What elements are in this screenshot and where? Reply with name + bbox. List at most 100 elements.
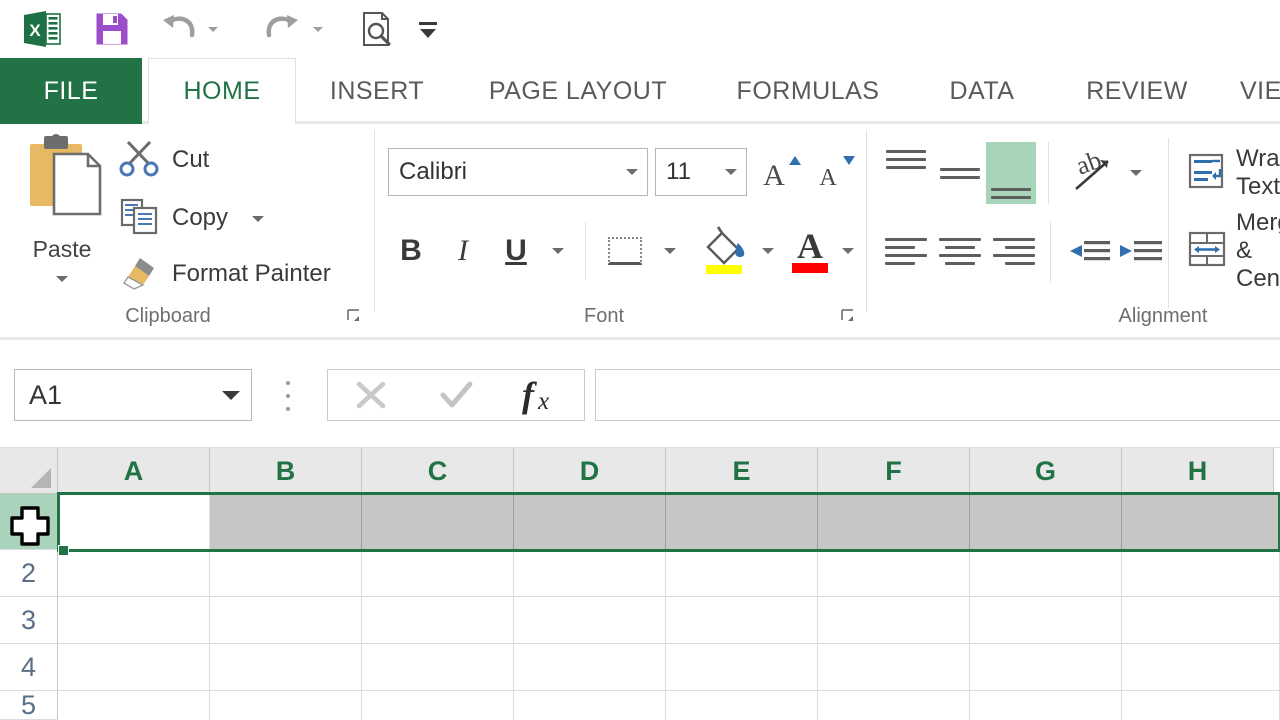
tab-page-layout[interactable]: PAGE LAYOUT xyxy=(458,58,698,124)
column-header-h[interactable]: H xyxy=(1122,448,1274,494)
undo-dropdown-caret-icon[interactable] xyxy=(208,26,218,32)
row-header-1[interactable]: 1 xyxy=(0,494,58,550)
fill-handle[interactable] xyxy=(58,545,69,556)
formula-input[interactable] xyxy=(595,369,1280,421)
increase-font-size-button[interactable]: A xyxy=(758,148,806,196)
cell-E3[interactable] xyxy=(666,597,818,644)
cell-F2[interactable] xyxy=(818,550,970,597)
cell-D5[interactable] xyxy=(514,691,666,720)
tab-view[interactable]: VIEW xyxy=(1228,58,1280,124)
column-header-a[interactable]: A xyxy=(58,448,210,494)
cell-H5[interactable] xyxy=(1122,691,1280,720)
cell-D1[interactable] xyxy=(514,494,666,550)
column-header-c[interactable]: C xyxy=(362,448,514,494)
tab-insert[interactable]: INSERT xyxy=(304,58,450,124)
decrease-font-size-button[interactable]: A xyxy=(812,148,860,196)
italic-button[interactable]: I xyxy=(440,224,486,278)
row-header-3[interactable]: 3 xyxy=(0,597,58,644)
align-left-button[interactable] xyxy=(880,224,932,278)
column-header-e[interactable]: E xyxy=(666,448,818,494)
cell-G5[interactable] xyxy=(970,691,1122,720)
copy-dropdown-caret-icon[interactable] xyxy=(252,209,265,227)
copy-button[interactable]: Copy xyxy=(118,194,265,242)
cell-B3[interactable] xyxy=(210,597,362,644)
font-size-dropdown-caret-icon[interactable] xyxy=(716,169,746,175)
decrease-indent-button[interactable] xyxy=(1060,224,1116,278)
cell-A4[interactable] xyxy=(58,644,210,691)
cell-A5[interactable] xyxy=(58,691,210,720)
cell-G3[interactable] xyxy=(970,597,1122,644)
font-color-button[interactable]: A xyxy=(786,220,834,278)
bold-button[interactable]: B xyxy=(386,224,436,278)
confirm-edit-button[interactable] xyxy=(413,370,498,420)
font-name-combo[interactable]: Calibri xyxy=(388,148,648,196)
cell-F4[interactable] xyxy=(818,644,970,691)
select-all-button[interactable] xyxy=(0,448,58,494)
excel-logo-icon[interactable]: X xyxy=(14,6,70,52)
clipboard-dialog-launcher[interactable] xyxy=(346,308,362,324)
name-box[interactable]: A1 xyxy=(14,369,252,421)
cell-A2[interactable] xyxy=(58,550,210,597)
row-header-5[interactable]: 5 xyxy=(0,690,58,720)
cell-D4[interactable] xyxy=(514,644,666,691)
row-header-2[interactable]: 2 xyxy=(0,550,58,597)
font-size-combo[interactable]: 11 xyxy=(655,148,747,196)
name-box-dropdown-caret-icon[interactable] xyxy=(211,390,251,400)
cell-E4[interactable] xyxy=(666,644,818,691)
fill-color-dropdown-caret-icon[interactable] xyxy=(752,224,784,278)
cell-F5[interactable] xyxy=(818,691,970,720)
align-bottom-button[interactable] xyxy=(986,142,1036,204)
cell-F3[interactable] xyxy=(818,597,970,644)
cancel-edit-button[interactable] xyxy=(328,370,413,420)
tab-formulas[interactable]: FORMULAS xyxy=(706,58,910,124)
align-middle-button[interactable] xyxy=(934,146,986,200)
underline-button[interactable]: U xyxy=(492,224,540,278)
redo-dropdown-caret-icon[interactable] xyxy=(313,26,323,32)
align-center-button[interactable] xyxy=(934,224,986,278)
borders-dropdown-caret-icon[interactable] xyxy=(654,224,686,278)
cell-B2[interactable] xyxy=(210,550,362,597)
undo-icon[interactable] xyxy=(152,6,222,52)
underline-dropdown-caret-icon[interactable] xyxy=(542,224,574,278)
customize-quick-access-toolbar-icon[interactable] xyxy=(406,6,450,52)
cell-E2[interactable] xyxy=(666,550,818,597)
formula-bar-grip[interactable] xyxy=(284,381,292,411)
cell-H2[interactable] xyxy=(1122,550,1280,597)
row-header-4[interactable]: 4 xyxy=(0,644,58,691)
font-name-dropdown-caret-icon[interactable] xyxy=(617,169,647,175)
cell-D2[interactable] xyxy=(514,550,666,597)
cell-B4[interactable] xyxy=(210,644,362,691)
print-preview-icon[interactable] xyxy=(348,6,404,52)
cell-C1[interactable] xyxy=(362,494,514,550)
tab-home[interactable]: HOME xyxy=(148,58,296,127)
orientation-dropdown-caret-icon[interactable] xyxy=(1120,146,1152,200)
cell-C4[interactable] xyxy=(362,644,514,691)
borders-button[interactable] xyxy=(598,224,652,278)
cell-E5[interactable] xyxy=(666,691,818,720)
increase-indent-button[interactable] xyxy=(1112,224,1168,278)
cell-H3[interactable] xyxy=(1122,597,1280,644)
align-right-button[interactable] xyxy=(988,224,1040,278)
font-dialog-launcher[interactable] xyxy=(840,308,856,324)
cell-G2[interactable] xyxy=(970,550,1122,597)
cell-A3[interactable] xyxy=(58,597,210,644)
column-header-b[interactable]: B xyxy=(210,448,362,494)
merge-and-center-button[interactable]: Merge & Center xyxy=(1186,209,1280,292)
paste-dropdown-caret-icon[interactable] xyxy=(10,269,114,287)
cut-button[interactable]: Cut xyxy=(118,136,209,184)
insert-function-button[interactable]: f x xyxy=(499,370,584,420)
cell-D3[interactable] xyxy=(514,597,666,644)
fill-color-button[interactable] xyxy=(698,220,754,278)
redo-icon[interactable] xyxy=(256,6,328,52)
cell-H1[interactable] xyxy=(1122,494,1280,550)
tab-file[interactable]: FILE xyxy=(0,58,142,124)
font-color-dropdown-caret-icon[interactable] xyxy=(832,224,864,278)
save-icon[interactable] xyxy=(86,6,138,52)
cell-E1[interactable] xyxy=(666,494,818,550)
paste-button[interactable]: Paste xyxy=(10,130,114,300)
cell-H4[interactable] xyxy=(1122,644,1280,691)
cell-A1[interactable] xyxy=(58,494,210,550)
cell-B5[interactable] xyxy=(210,691,362,720)
wrap-text-button[interactable]: Wrap Text xyxy=(1186,145,1280,200)
tab-data[interactable]: DATA xyxy=(918,58,1046,124)
